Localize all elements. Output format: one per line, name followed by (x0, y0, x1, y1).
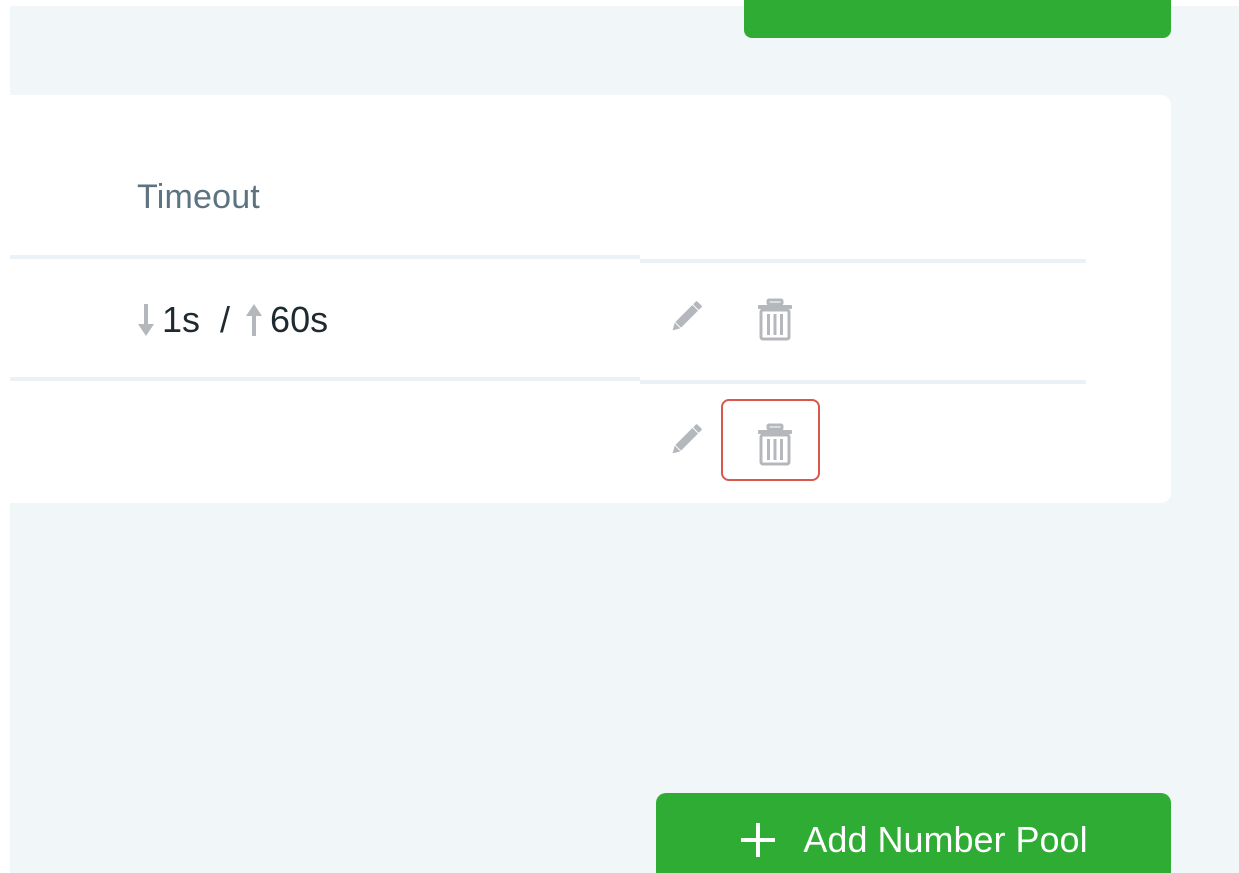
column-header-timeout: Timeout (137, 178, 260, 216)
arrow-up-icon (246, 304, 263, 336)
header-divider (640, 259, 1086, 263)
row-divider (10, 377, 640, 381)
add-number-pool-button[interactable]: Add Number Pool (656, 793, 1171, 873)
pencil-icon[interactable] (665, 419, 707, 461)
add-number-pool-label: Add Number Pool (803, 818, 1088, 860)
top-action-button[interactable] (744, 0, 1171, 38)
trash-icon[interactable] (755, 423, 795, 467)
timeout-up-value: 60s (270, 299, 329, 340)
trash-icon[interactable] (755, 298, 795, 342)
plus-icon (741, 822, 776, 857)
timeout-separator: / (220, 299, 231, 340)
row-divider (640, 380, 1086, 384)
header-divider (10, 255, 640, 259)
timeout-cell: 1s / 60s (136, 299, 328, 341)
timeout-down-value: 1s (162, 299, 201, 340)
arrow-down-icon (138, 304, 154, 336)
pencil-icon[interactable] (665, 296, 707, 338)
